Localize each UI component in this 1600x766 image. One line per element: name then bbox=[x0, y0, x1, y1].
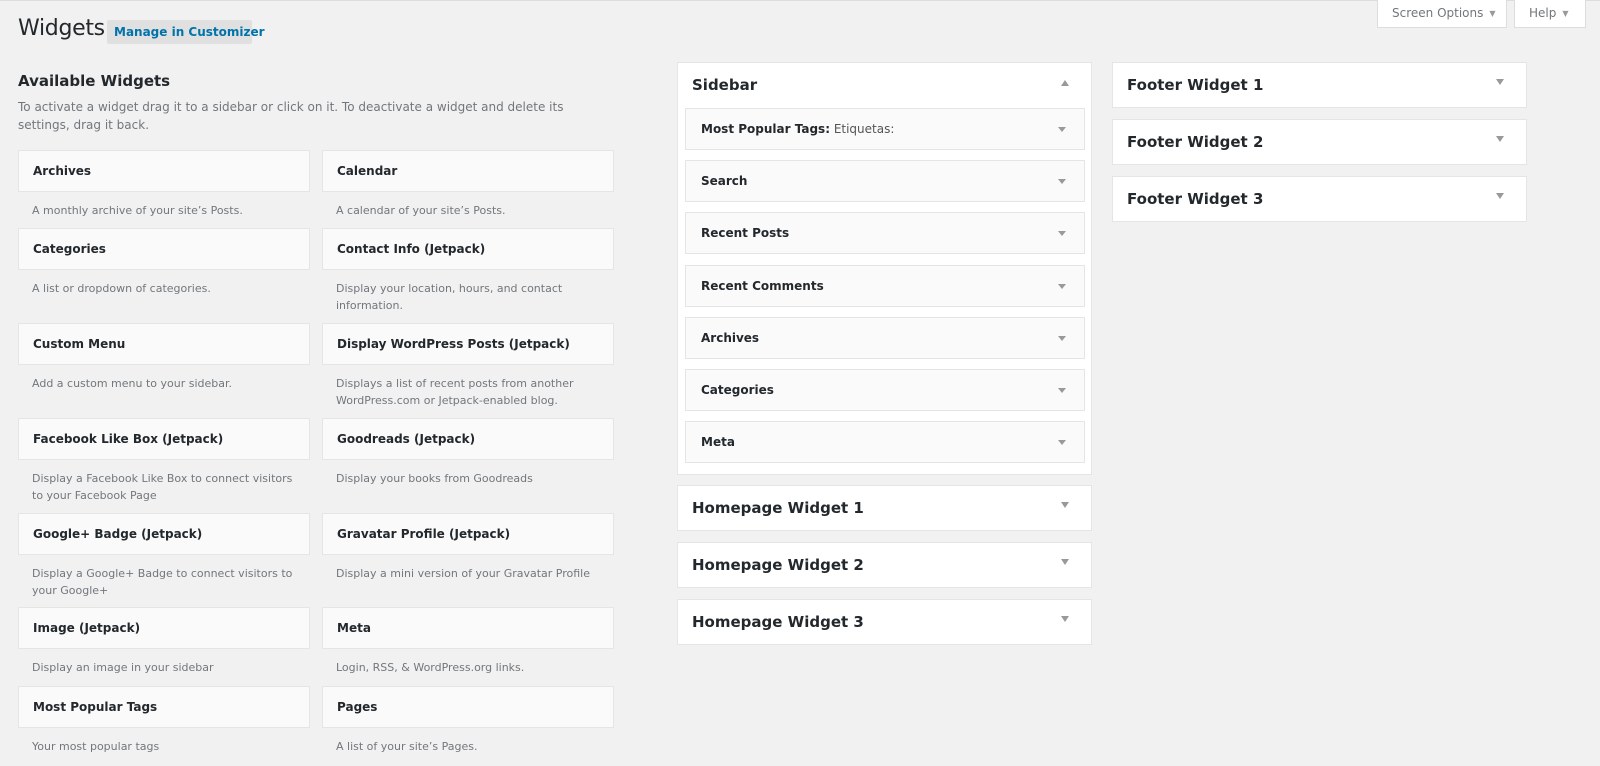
sidebar-widget-search[interactable]: Search bbox=[685, 160, 1085, 202]
chevron-down-icon[interactable] bbox=[1061, 616, 1069, 622]
chevron-down-icon[interactable] bbox=[1058, 127, 1066, 132]
widget-description: Add a custom menu to your sidebar. bbox=[32, 377, 232, 390]
page-title: Widgets bbox=[18, 16, 105, 41]
sidebar-widget-recent-posts[interactable]: Recent Posts bbox=[685, 212, 1085, 254]
widget-description: Login, RSS, & WordPress.org links. bbox=[336, 661, 525, 674]
available-widgets-title: Available Widgets bbox=[18, 72, 171, 90]
sidebar-widget-most-popular-tags[interactable]: Most Popular Tags: Etiquetas: bbox=[685, 108, 1085, 150]
widget-goodreads[interactable]: Goodreads (Jetpack) bbox=[322, 418, 614, 460]
widget-display-wordpress-posts[interactable]: Display WordPress Posts (Jetpack) bbox=[322, 323, 614, 365]
sidebar-area-title[interactable]: Sidebar bbox=[692, 63, 757, 107]
widget-description: Display a Facebook Like Box to connect v… bbox=[32, 472, 293, 502]
sidebar-widget-label: Most Popular Tags: bbox=[701, 122, 830, 136]
footer-widget-3-area[interactable]: Footer Widget 3 bbox=[1112, 176, 1527, 222]
footer-widget-1-area[interactable]: Footer Widget 1 bbox=[1112, 62, 1527, 108]
widget-google-plus-badge[interactable]: Google+ Badge (Jetpack) bbox=[18, 513, 310, 555]
sidebar-widget-recent-comments[interactable]: Recent Comments bbox=[685, 265, 1085, 307]
homepage-widget-2-area[interactable]: Homepage Widget 2 bbox=[677, 542, 1092, 588]
chevron-up-icon[interactable] bbox=[1061, 80, 1069, 86]
help-label: Help bbox=[1529, 6, 1557, 20]
widget-description: Displays a list of recent posts from ano… bbox=[336, 377, 574, 407]
widget-description: A list or dropdown of categories. bbox=[32, 282, 211, 295]
chevron-down-icon: ▼ bbox=[1489, 9, 1496, 18]
chevron-down-icon[interactable] bbox=[1058, 284, 1066, 289]
chevron-down-icon[interactable] bbox=[1061, 559, 1069, 565]
area-title: Homepage Widget 3 bbox=[692, 613, 864, 631]
area-title: Homepage Widget 1 bbox=[692, 499, 864, 517]
area-title: Footer Widget 1 bbox=[1127, 76, 1264, 94]
widget-custom-menu[interactable]: Custom Menu bbox=[18, 323, 310, 365]
widget-facebook-like-box[interactable]: Facebook Like Box (Jetpack) bbox=[18, 418, 310, 460]
widget-archives[interactable]: Archives bbox=[18, 150, 310, 192]
area-title: Homepage Widget 2 bbox=[692, 556, 864, 574]
chevron-down-icon[interactable] bbox=[1058, 440, 1066, 445]
chevron-down-icon[interactable] bbox=[1496, 193, 1504, 199]
widget-gravatar-profile[interactable]: Gravatar Profile (Jetpack) bbox=[322, 513, 614, 555]
area-title: Footer Widget 3 bbox=[1127, 190, 1264, 208]
chevron-down-icon[interactable] bbox=[1496, 79, 1504, 85]
widget-image[interactable]: Image (Jetpack) bbox=[18, 607, 310, 649]
widget-description: Display your books from Goodreads bbox=[336, 472, 533, 485]
widget-description: Display an image in your sidebar bbox=[32, 661, 214, 674]
sidebar-widget-label: Meta bbox=[701, 435, 735, 449]
widget-description: Display your location, hours, and contac… bbox=[336, 282, 563, 312]
homepage-widget-3-area[interactable]: Homepage Widget 3 bbox=[677, 599, 1092, 645]
sidebar-widget-meta[interactable]: Meta bbox=[685, 421, 1085, 463]
widget-description: A calendar of your site’s Posts. bbox=[336, 204, 506, 217]
widget-pages[interactable]: Pages bbox=[322, 686, 614, 728]
chevron-down-icon[interactable] bbox=[1058, 231, 1066, 236]
widget-description: Display a mini version of your Gravatar … bbox=[336, 567, 591, 580]
chevron-down-icon[interactable] bbox=[1496, 136, 1504, 142]
screen-options-tab[interactable]: Screen Options ▼ bbox=[1377, 0, 1507, 28]
widget-meta[interactable]: Meta bbox=[322, 607, 614, 649]
widget-most-popular-tags[interactable]: Most Popular Tags bbox=[18, 686, 310, 728]
sidebar-widget-label: Categories bbox=[701, 383, 774, 397]
chevron-down-icon[interactable] bbox=[1061, 502, 1069, 508]
sidebar-widget-label: Recent Comments bbox=[701, 279, 824, 293]
widget-description: A list of your site’s Pages. bbox=[336, 740, 478, 753]
chevron-down-icon[interactable] bbox=[1058, 179, 1066, 184]
chevron-down-icon[interactable] bbox=[1058, 388, 1066, 393]
widget-description: Display a Google+ Badge to connect visit… bbox=[32, 567, 293, 597]
widget-contact-info[interactable]: Contact Info (Jetpack) bbox=[322, 228, 614, 270]
widget-description: A monthly archive of your site’s Posts. bbox=[32, 204, 243, 217]
sidebar-widget-categories[interactable]: Categories bbox=[685, 369, 1085, 411]
sidebar-widget-label: Recent Posts bbox=[701, 226, 790, 240]
sidebar-widget-archives[interactable]: Archives bbox=[685, 317, 1085, 359]
footer-widget-2-area[interactable]: Footer Widget 2 bbox=[1112, 119, 1527, 165]
widget-calendar[interactable]: Calendar bbox=[322, 150, 614, 192]
homepage-widget-1-area[interactable]: Homepage Widget 1 bbox=[677, 485, 1092, 531]
sidebar-widget-label: Archives bbox=[701, 331, 760, 345]
available-widgets-description: To activate a widget drag it to a sideba… bbox=[18, 100, 564, 132]
area-title: Footer Widget 2 bbox=[1127, 133, 1264, 151]
sidebar-widget-label: Search bbox=[701, 174, 748, 188]
screen-options-label: Screen Options bbox=[1392, 6, 1484, 20]
chevron-down-icon[interactable] bbox=[1058, 336, 1066, 341]
widget-categories[interactable]: Categories bbox=[18, 228, 310, 270]
manage-in-customizer-button[interactable]: Manage in Customizer bbox=[107, 20, 265, 44]
chevron-down-icon: ▼ bbox=[1562, 9, 1569, 18]
sidebar-area: Sidebar Most Popular Tags: Etiquetas: Se… bbox=[677, 62, 1092, 475]
sidebar-widget-subtitle: Etiquetas: bbox=[830, 122, 895, 136]
top-border bbox=[0, 0, 1600, 1]
widget-description: Your most popular tags bbox=[32, 740, 160, 753]
help-tab[interactable]: Help ▼ bbox=[1514, 0, 1586, 28]
